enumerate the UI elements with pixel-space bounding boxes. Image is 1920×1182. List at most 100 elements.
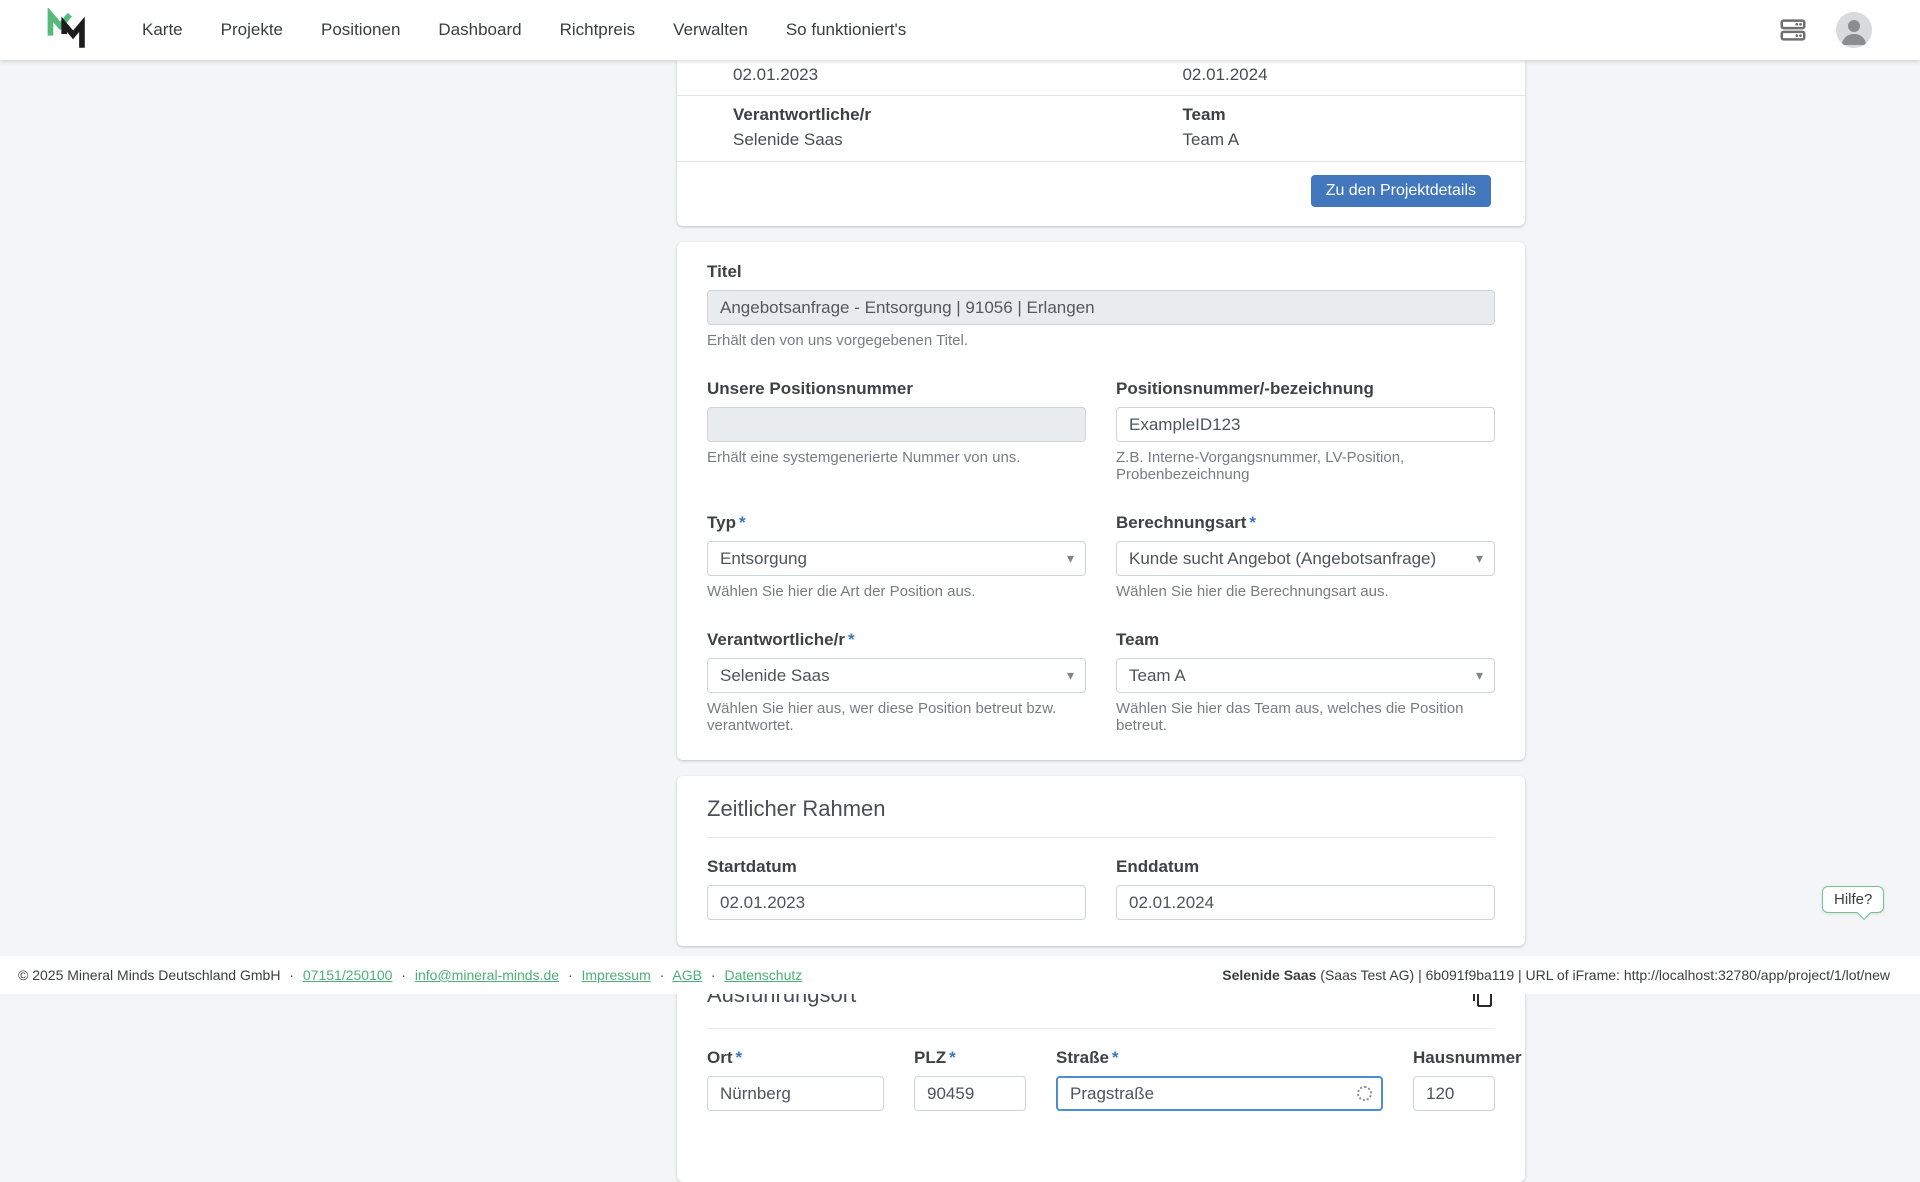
required-marker: * [736,1048,743,1067]
ort-label: Ort* [707,1048,884,1068]
responsible-value: Selenide Saas [733,130,1126,150]
footer-separator: · [401,967,406,983]
project-dates-row: 02.01.2023 02.01.2024 [677,60,1525,96]
nav-item-so-funktionierts[interactable]: So funktioniert's [786,20,906,40]
required-marker: * [1249,513,1256,532]
footer-separator: · [660,967,665,983]
required-marker: * [739,513,746,532]
verantwortlicher-label: Verantwortliche/r* [707,630,1086,650]
project-details-button[interactable]: Zu den Projektdetails [1311,175,1491,207]
startdatum-input[interactable] [707,885,1086,920]
ort-input[interactable] [707,1076,884,1111]
impressum-link[interactable]: Impressum [582,967,651,983]
team-field-label: Team [1116,630,1495,650]
plz-field-group: PLZ* [914,1048,1026,1111]
footer-separator: · [568,967,573,983]
responsible-label: Verantwortliche/r [733,105,1126,125]
divider [707,1028,1495,1029]
server-icon[interactable] [1776,13,1810,47]
footer-right: Selenide Saas (Saas Test AG) | 6b091f9ba… [1222,967,1890,983]
help-bubble-tail [1857,906,1871,920]
team-hint: Wählen Sie hier das Team aus, welches di… [1116,700,1495,734]
zeitlicher-rahmen-title: Zeitlicher Rahmen [707,796,1495,822]
email-link[interactable]: info@mineral-minds.de [415,967,559,983]
hausnummer-label: Hausnummer [1413,1048,1495,1068]
plz-label: PLZ* [914,1048,1026,1068]
position-form-card: Titel Erhält den von uns vorgegebenen Ti… [677,242,1525,760]
project-summary-card: 02.01.2023 02.01.2024 Verantwortliche/r … [677,60,1525,226]
positionsnummer-field-group: Positionsnummer/-bezeichnung Z.B. Intern… [1116,379,1495,483]
unsere-positionsnummer-label: Unsere Positionsnummer [707,379,1086,399]
datenschutz-link[interactable]: Datenschutz [724,967,802,983]
phone-link[interactable]: 07151/250100 [303,967,393,983]
startdatum-field-group: Startdatum [707,857,1086,920]
strasse-input[interactable] [1056,1076,1383,1111]
berechnungsart-select-value: Kunde sucht Angebot (Angebotsanfrage) [1129,549,1436,569]
typ-hint: Wählen Sie hier die Art der Position aus… [707,583,1086,600]
required-marker: * [949,1048,956,1067]
berechnungsart-hint: Wählen Sie hier die Berechnungsart aus. [1116,583,1495,600]
nav-item-positionen[interactable]: Positionen [321,20,400,40]
titel-field-group: Titel Erhält den von uns vorgegebenen Ti… [707,262,1495,349]
required-marker: * [848,630,855,649]
berechnungsart-select[interactable]: Kunde sucht Angebot (Angebotsanfrage) ▾ [1116,541,1495,576]
verantwortlicher-field-group: Verantwortliche/r* Selenide Saas ▾ Wähle… [707,630,1086,734]
verantwortlicher-hint: Wählen Sie hier aus, wer diese Position … [707,700,1086,734]
chevron-down-icon: ▾ [1476,550,1483,567]
footer-separator: · [711,967,716,983]
typ-select-value: Entsorgung [720,549,807,569]
nav-item-verwalten[interactable]: Verwalten [673,20,748,40]
spinner-icon [1357,1086,1372,1101]
project-people-row: Verantwortliche/r Selenide Saas Team Tea… [677,96,1525,162]
footer-left: © 2025 Mineral Minds Deutschland GmbH · … [18,967,802,983]
page-footer: © 2025 Mineral Minds Deutschland GmbH · … [0,956,1920,994]
team-select-value: Team A [1129,666,1186,686]
nav-item-dashboard[interactable]: Dashboard [438,20,521,40]
typ-field-group: Typ* Entsorgung ▾ Wählen Sie hier die Ar… [707,513,1086,600]
berechnungsart-label: Berechnungsart* [1116,513,1495,533]
enddatum-field-group: Enddatum [1116,857,1495,920]
team-select[interactable]: Team A ▾ [1116,658,1495,693]
nav-item-richtpreis[interactable]: Richtpreis [560,20,636,40]
zeitlicher-rahmen-card: Zeitlicher Rahmen Startdatum Enddatum [677,776,1525,946]
strasse-label: Straße* [1056,1048,1383,1068]
chevron-down-icon: ▾ [1067,550,1074,567]
footer-separator: · [289,967,294,983]
team-value: Team A [1182,130,1525,150]
agb-link[interactable]: AGB [672,967,702,983]
titel-hint: Erhält den von uns vorgegebenen Titel. [707,332,1495,349]
unsere-positionsnummer-field-group: Unsere Positionsnummer Erhält eine syste… [707,379,1086,483]
titel-label: Titel [707,262,1495,282]
verantwortlicher-select-value: Selenide Saas [720,666,830,686]
titel-input [707,290,1495,325]
mineral-minds-logo-icon[interactable] [44,8,86,52]
hausnummer-field-group: Hausnummer [1413,1048,1495,1111]
verantwortlicher-select[interactable]: Selenide Saas ▾ [707,658,1086,693]
plz-input[interactable] [914,1076,1026,1111]
positionsnummer-label: Positionsnummer/-bezeichnung [1116,379,1495,399]
chevron-down-icon: ▾ [1476,667,1483,684]
chevron-down-icon: ▾ [1067,667,1074,684]
enddatum-input[interactable] [1116,885,1495,920]
strasse-field-group: Straße* [1056,1048,1383,1111]
nav-item-karte[interactable]: Karte [142,20,183,40]
help-button[interactable]: Hilfe? [1822,886,1884,913]
team-label: Team [1182,105,1525,125]
team-field-group: Team Team A ▾ Wählen Sie hier das Team a… [1116,630,1495,734]
hausnummer-input[interactable] [1413,1076,1495,1111]
nav-item-projekte[interactable]: Projekte [221,20,283,40]
project-start-date: 02.01.2023 [677,65,1126,85]
enddatum-label: Enddatum [1116,857,1495,877]
positionsnummer-input[interactable] [1116,407,1495,442]
unsere-positionsnummer-hint: Erhält eine systemgenerierte Nummer von … [707,449,1086,466]
footer-session-info: (Saas Test AG) | 6b091f9ba119 | URL of i… [1316,967,1890,983]
project-end-date: 02.01.2024 [1126,65,1525,85]
typ-select[interactable]: Entsorgung ▾ [707,541,1086,576]
required-marker: * [1112,1048,1119,1067]
top-navbar: Karte Projekte Positionen Dashboard Rich… [0,0,1920,60]
startdatum-label: Startdatum [707,857,1086,877]
positionsnummer-hint: Z.B. Interne-Vorgangsnummer, LV-Position… [1116,449,1495,483]
ort-field-group: Ort* [707,1048,884,1111]
user-avatar-icon[interactable] [1836,12,1872,48]
divider [707,837,1495,838]
